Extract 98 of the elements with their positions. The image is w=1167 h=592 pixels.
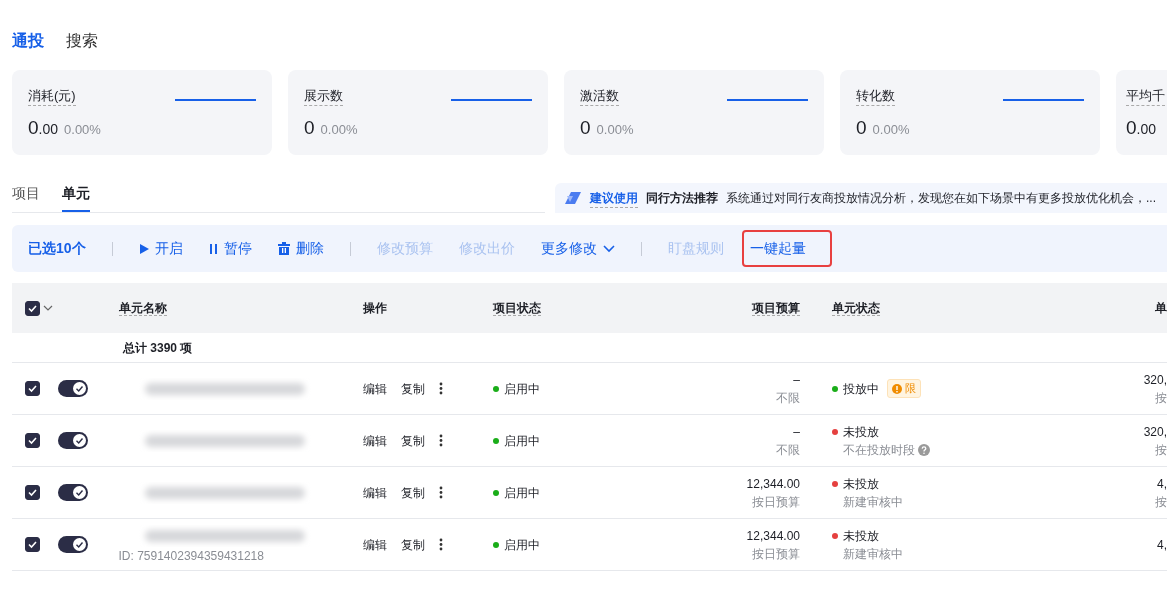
selected-count: 已选10个 (28, 239, 86, 258)
toggle-switch[interactable] (58, 536, 88, 553)
chevron-down-icon (43, 305, 54, 311)
row-checkbox[interactable] (25, 381, 40, 396)
more-icon[interactable] (438, 382, 443, 395)
metric-label: 平均千 (1126, 87, 1165, 106)
metric-change: 0.00% (872, 122, 910, 137)
column-header: 单 (1155, 301, 1167, 315)
toolbar-button[interactable]: 删除 (277, 234, 324, 263)
budget-type: 不限 (775, 441, 800, 459)
row-action-link[interactable]: 复制 (400, 431, 425, 450)
row-checkbox[interactable] (25, 433, 40, 448)
play-icon (138, 242, 149, 255)
pause-icon (208, 242, 218, 255)
budget-value: 12,344.00 (745, 527, 800, 545)
row-action-link[interactable]: 编辑 (362, 379, 387, 398)
unit-status: 投放中 (843, 380, 879, 398)
toggle-switch[interactable] (58, 484, 88, 501)
row-checkbox[interactable] (25, 485, 40, 500)
metric-value: 0 (304, 117, 315, 138)
project-status: 启用中 (503, 380, 540, 398)
cell-note: 按 (1154, 389, 1167, 407)
unit-status: 未投放 (843, 423, 879, 441)
more-icon[interactable] (438, 486, 443, 499)
budget-type: 不限 (775, 389, 800, 407)
row-action-link[interactable]: 复制 (400, 483, 425, 502)
check-icon (27, 539, 38, 550)
column-header: 项目预算 (752, 301, 800, 316)
toggle-knob (73, 486, 86, 499)
metric-value: 0 (856, 117, 867, 138)
row-action-link[interactable]: 编辑 (362, 535, 387, 554)
cell-note: 按 (1154, 493, 1167, 511)
check-icon (27, 487, 38, 498)
metric-label: 激活数 (580, 87, 619, 106)
cell-value: 4, (1156, 536, 1167, 554)
toggle-knob (73, 434, 86, 447)
project-status: 启用中 (503, 484, 540, 502)
metric-change: 0.00% (320, 122, 358, 137)
metric-label: 展示数 (304, 87, 343, 106)
budget-type: 按日预算 (751, 545, 800, 563)
budget-type: 按日预算 (751, 493, 800, 511)
channel-tab[interactable]: 搜索 (66, 29, 98, 53)
toolbar-button[interactable]: 一键起量 (741, 230, 832, 267)
metric-label: 转化数 (856, 87, 895, 106)
unit-status: 未投放 (843, 475, 879, 493)
column-header: 操作 (362, 301, 387, 315)
column-header: 单元名称 (118, 301, 167, 316)
project-status: 启用中 (503, 536, 540, 554)
select-all-checkbox[interactable] (25, 300, 40, 316)
cell-value: 320, (1142, 371, 1167, 389)
budget-value: – (792, 423, 800, 441)
project-status: 启用中 (503, 432, 540, 450)
status-reason: 新建审核中 (843, 545, 903, 563)
column-header: 单元状态 (832, 301, 880, 316)
cell-value: 320, (1142, 423, 1167, 441)
cell-note: 按 (1154, 441, 1167, 459)
row-action-link[interactable]: 复制 (400, 379, 425, 398)
level-tab[interactable]: 单元 (62, 183, 90, 212)
check-icon (27, 435, 38, 446)
row-checkbox[interactable] (25, 537, 40, 552)
metric-value: 0.00 (28, 117, 59, 138)
more-icon[interactable] (438, 538, 443, 551)
budget-value: – (792, 371, 800, 389)
channel-tab[interactable]: 通投 (12, 29, 44, 53)
status-reason: 不在投放时段 (843, 441, 915, 459)
level-tab[interactable]: 项目 (12, 183, 40, 212)
toggle-knob (73, 538, 86, 551)
metric-change: 0.00% (596, 122, 634, 137)
toggle-knob (73, 382, 86, 395)
limit-tag: 限 (887, 379, 921, 398)
toolbar-button[interactable]: 暂停 (208, 234, 252, 263)
check-icon (27, 383, 38, 394)
status-reason: 新建审核中 (843, 493, 903, 511)
diamond-icon (565, 191, 582, 205)
cell-value: 4, (1156, 475, 1167, 493)
toggle-switch[interactable] (58, 432, 88, 449)
badge-link[interactable]: 建议使用 (590, 188, 638, 208)
chevron-down-icon (602, 244, 615, 253)
row-action-link[interactable]: 编辑 (362, 483, 387, 502)
more-icon[interactable] (438, 434, 443, 447)
budget-value: 12,344.00 (745, 475, 800, 493)
trash-icon (277, 242, 290, 255)
recommendation-text: 系统通过对同行友商投放情况分析，发现您在如下场景中有更多投放优化机会，... (726, 190, 1156, 207)
metric-value: 0.00 (1126, 117, 1157, 138)
recommendation-title: 同行方法推荐 (646, 190, 718, 207)
toggle-switch[interactable] (58, 380, 88, 397)
toolbar-button[interactable]: 开启 (138, 234, 183, 263)
row-action-link[interactable]: 复制 (400, 535, 425, 554)
warning-icon (892, 383, 902, 394)
metric-label: 消耗(元) (28, 87, 76, 106)
column-header: 项目状态 (492, 301, 541, 316)
metric-value: 0 (580, 117, 591, 138)
toolbar-button[interactable]: 更多修改 (540, 234, 615, 263)
row-action-link[interactable]: 编辑 (362, 431, 387, 450)
unit-id: ID: 7591402394359431218 (118, 547, 265, 565)
metric-change: 0.00% (64, 122, 101, 137)
unit-status: 未投放 (843, 527, 879, 545)
total-count: 总计 3390 项 (12, 333, 1167, 363)
